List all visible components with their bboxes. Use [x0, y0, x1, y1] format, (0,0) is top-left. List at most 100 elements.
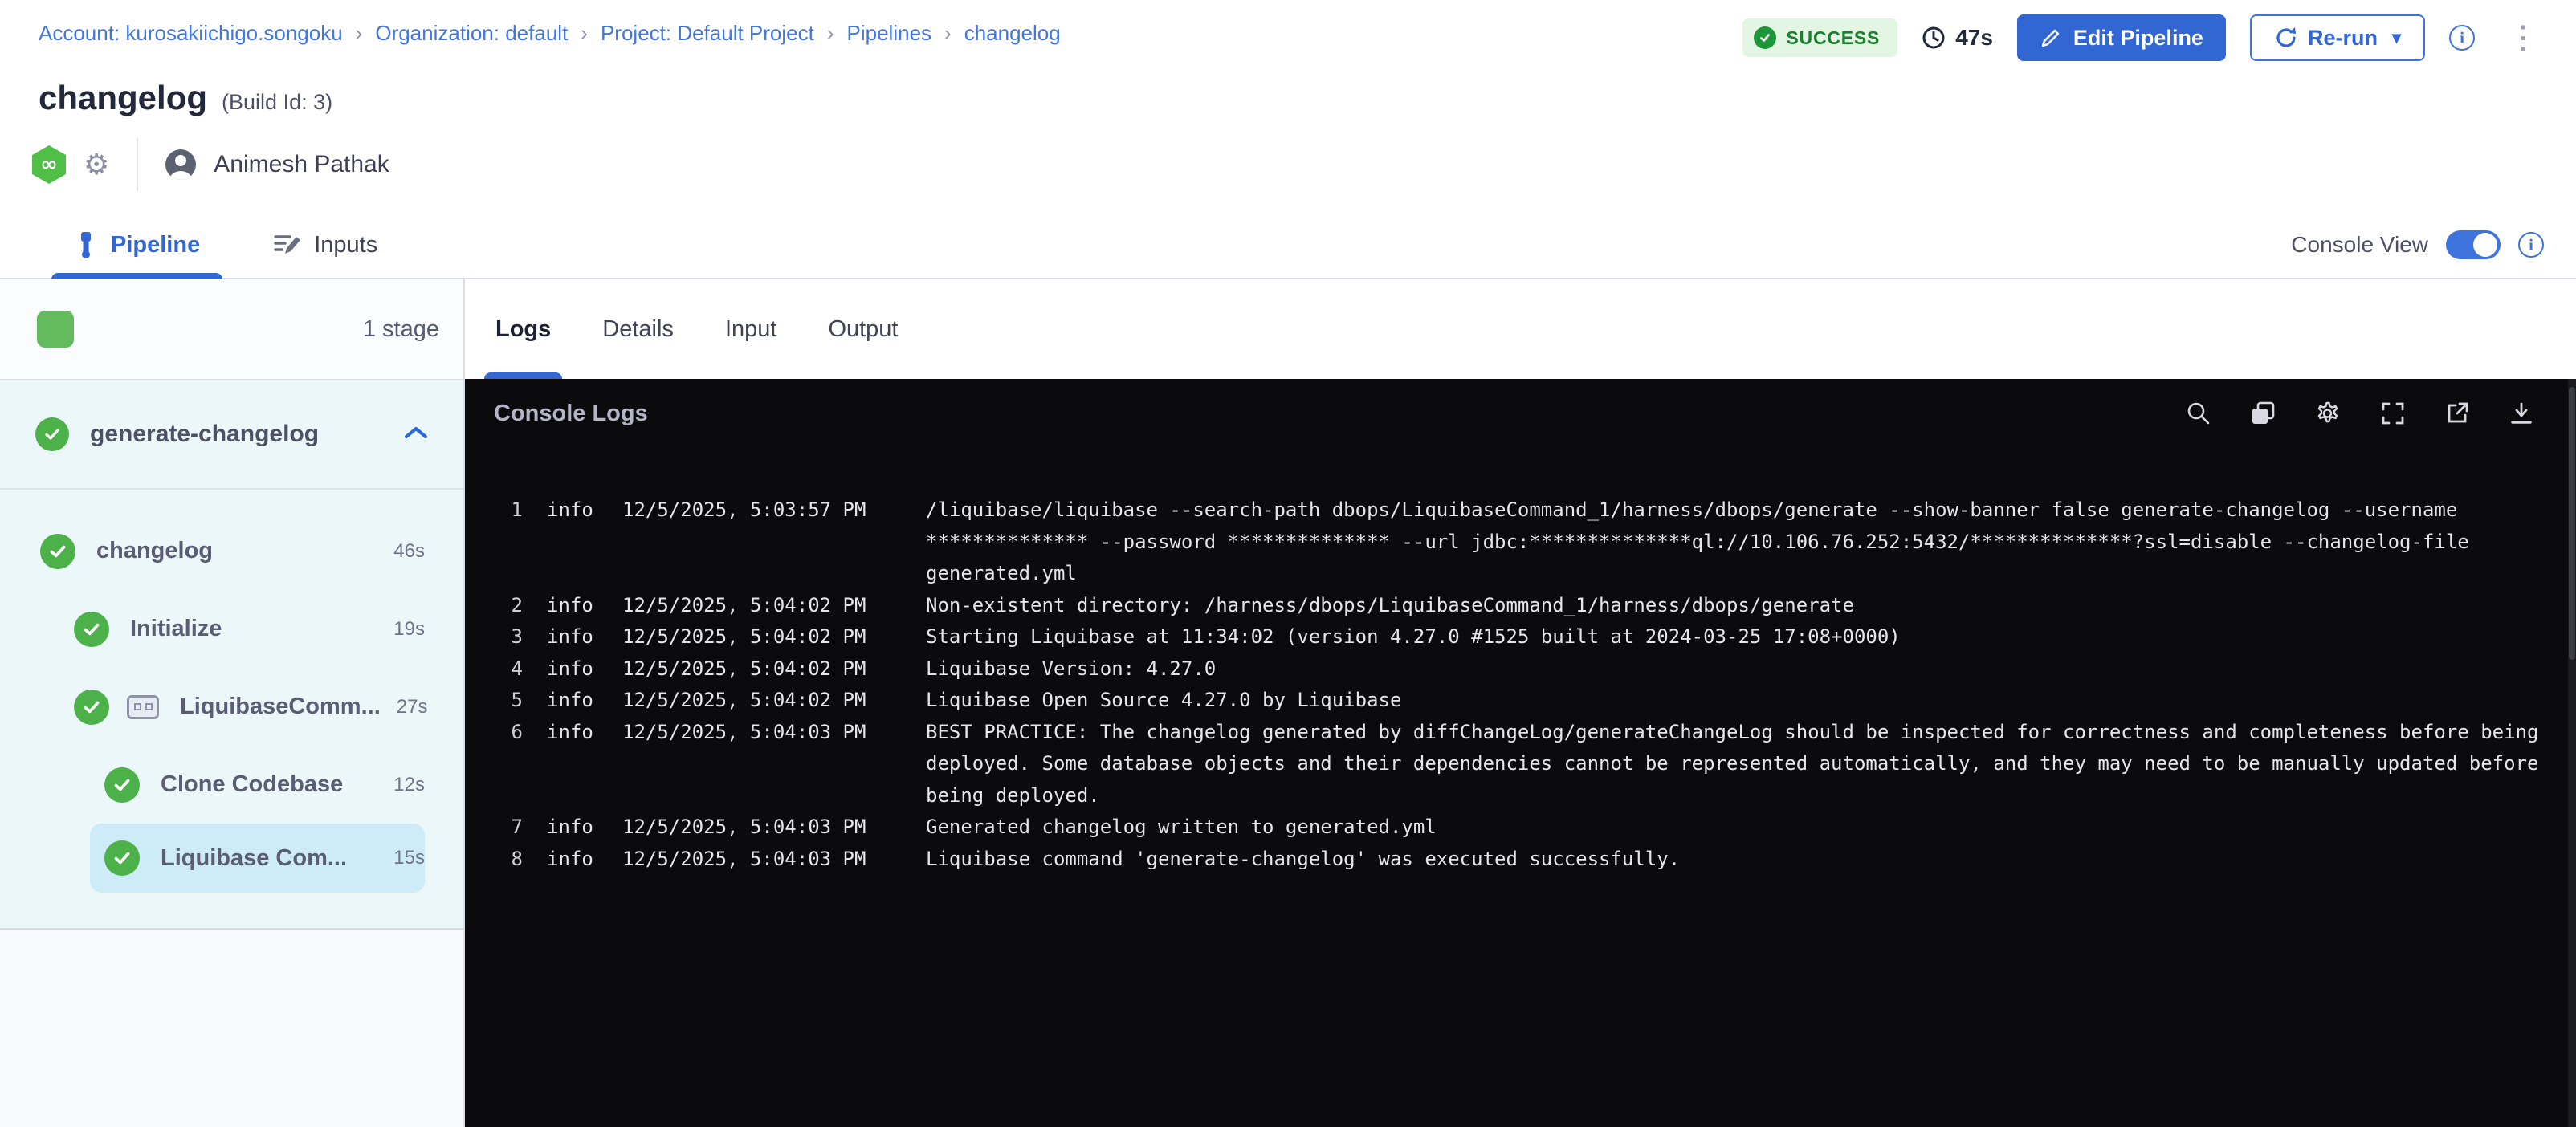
console-header: Console Logs	[465, 379, 2576, 448]
ci-hexagon-icon: ∞	[32, 145, 66, 184]
info-icon[interactable]: i	[2449, 25, 2475, 51]
check-circle-icon	[74, 612, 109, 647]
log-line-number: 2	[487, 590, 523, 622]
avatar	[165, 149, 196, 180]
breadcrumb-separator: ›	[581, 21, 588, 46]
log-message: Liquibase command 'generate-changelog' w…	[897, 844, 2568, 876]
log-line-number: 4	[487, 653, 523, 686]
stage-row-generate-changelog[interactable]: generate-changelog	[0, 380, 463, 490]
sidebar-empty-area	[0, 930, 463, 1127]
log-line-number: 8	[487, 844, 523, 876]
check-circle-icon	[1754, 26, 1776, 49]
build-id: (Build Id: 3)	[222, 90, 332, 115]
log-level: info	[547, 717, 598, 749]
tree-item-duration: 27s	[381, 696, 428, 718]
tab-input[interactable]: Input	[725, 279, 777, 379]
log-level: info	[547, 494, 598, 527]
console-view-control: Console View i	[2291, 230, 2576, 259]
log-message: Starting Liquibase at 11:34:02 (version …	[897, 621, 2568, 653]
console-view-toggle[interactable]	[2446, 230, 2501, 259]
log-line: 7 info 12/5/2025, 5:04:03 PM Generated c…	[487, 812, 2568, 844]
log-line: 8 info 12/5/2025, 5:04:03 PM Liquibase c…	[487, 844, 2568, 876]
tree-item-liquibase-command[interactable]: Liquibase Com... 15s	[90, 824, 425, 893]
breadcrumb-pipelines[interactable]: Pipelines	[847, 21, 932, 46]
inputs-icon	[274, 233, 301, 257]
log-line: 4 info 12/5/2025, 5:04:02 PM Liquibase V…	[487, 653, 2568, 686]
tree-item-duration: 15s	[377, 847, 425, 869]
log-line: 2 info 12/5/2025, 5:04:02 PM Non-existen…	[487, 590, 2568, 622]
chevron-up-icon[interactable]	[404, 425, 428, 444]
settings-icon[interactable]	[2314, 400, 2342, 427]
run-duration: 47s	[1922, 25, 1993, 51]
stage-tree: generate-changelog changelog 46s	[0, 380, 463, 930]
console-panel: Console Logs 1 info 12/5/2025, 5:03:57 P…	[465, 379, 2576, 1127]
open-in-new-icon[interactable]	[2444, 401, 2470, 426]
tree-item-label: Clone Codebase	[161, 771, 343, 798]
search-icon[interactable]	[2186, 401, 2211, 426]
breadcrumb-separator: ›	[827, 21, 834, 46]
log-line-number: 5	[487, 685, 523, 717]
check-circle-icon	[104, 840, 140, 876]
log-level: info	[547, 653, 598, 686]
tab-output[interactable]: Output	[828, 279, 898, 379]
execution-sidebar: 1 stage generate-changelog changelog	[0, 279, 465, 1127]
breadcrumb-account[interactable]: Account: kurosakiichigo.songoku	[39, 21, 343, 46]
edit-pipeline-button[interactable]: Edit Pipeline	[2017, 14, 2226, 61]
title-row: changelog (Build Id: 3)	[0, 61, 2576, 117]
stage-count: 1 stage	[363, 316, 439, 343]
rerun-button[interactable]: Re-run ▾	[2250, 14, 2425, 61]
step-group-icon	[127, 695, 159, 719]
main-content: 1 stage generate-changelog changelog	[0, 279, 2576, 1127]
tree-item-changelog[interactable]: changelog 46s	[0, 512, 425, 590]
check-circle-icon	[35, 417, 69, 451]
tab-pipeline[interactable]: Pipeline	[74, 212, 200, 278]
status-badge: SUCCESS	[1742, 18, 1897, 57]
breadcrumb-project[interactable]: Project: Default Project	[601, 21, 814, 46]
tree-item-liquibase-command-group[interactable]: LiquibaseComm... 27s	[0, 668, 425, 746]
refresh-icon	[2274, 26, 2298, 50]
clock-icon	[1922, 26, 1946, 50]
log-line-number: 1	[487, 494, 523, 527]
top-header: Account: kurosakiichigo.songoku › Organi…	[0, 0, 2576, 61]
fullscreen-icon[interactable]	[2380, 401, 2406, 426]
info-icon[interactable]: i	[2518, 232, 2544, 258]
log-timestamp: 12/5/2025, 5:04:03 PM	[622, 844, 873, 876]
page-title: changelog	[39, 79, 207, 117]
duration-text: 47s	[1955, 25, 1993, 51]
pipeline-icon	[74, 231, 98, 258]
logs-column: Logs Details Input Output Console Logs	[465, 279, 2576, 1127]
log-timestamp: 12/5/2025, 5:03:57 PM	[622, 494, 873, 527]
breadcrumb-organization[interactable]: Organization: default	[375, 21, 568, 46]
gear-icon[interactable]: ⚙	[84, 149, 109, 181]
edit-pipeline-label: Edit Pipeline	[2073, 26, 2203, 51]
tab-logs[interactable]: Logs	[495, 279, 551, 379]
log-message: BEST PRACTICE: The changelog generated b…	[897, 717, 2568, 812]
console-scrollbar[interactable]	[2568, 379, 2576, 1127]
tree-item-duration: 12s	[377, 774, 425, 796]
log-timestamp: 12/5/2025, 5:04:02 PM	[622, 621, 873, 653]
tab-details[interactable]: Details	[602, 279, 674, 379]
log-timestamp: 12/5/2025, 5:04:02 PM	[622, 653, 873, 686]
breadcrumb-separator: ›	[356, 21, 363, 46]
tree-item-clone-codebase[interactable]: Clone Codebase 12s	[0, 746, 425, 824]
caret-down-icon: ▾	[2392, 27, 2401, 48]
tree-item-label: LiquibaseComm...	[180, 694, 381, 720]
console-title: Console Logs	[494, 401, 648, 427]
breadcrumb-changelog[interactable]: changelog	[964, 21, 1061, 46]
user-name: Animesh Pathak	[214, 151, 389, 178]
log-message: Liquibase Version: 4.27.0	[897, 653, 2568, 686]
log-line: 5 info 12/5/2025, 5:04:02 PM Liquibase O…	[487, 685, 2568, 717]
log-line: 3 info 12/5/2025, 5:04:02 PM Starting Li…	[487, 621, 2568, 653]
copy-icon[interactable]	[2250, 401, 2276, 426]
tree-item-label: Initialize	[130, 616, 222, 642]
log-level: info	[547, 685, 598, 717]
log-line: 1 info 12/5/2025, 5:03:57 PM /liquibase/…	[487, 494, 2568, 590]
tree-item-initialize[interactable]: Initialize 19s	[0, 590, 425, 668]
tab-pipeline-label: Pipeline	[111, 232, 200, 258]
header-actions: SUCCESS 47s Edit Pipeline Re-run ▾ i ⋮	[1742, 14, 2547, 61]
kebab-menu-icon[interactable]: ⋮	[2499, 22, 2547, 54]
tree-item-duration: 19s	[377, 618, 425, 641]
tab-inputs[interactable]: Inputs	[274, 212, 377, 278]
download-icon[interactable]	[2509, 401, 2534, 426]
breadcrumb: Account: kurosakiichigo.songoku › Organi…	[39, 14, 1061, 46]
